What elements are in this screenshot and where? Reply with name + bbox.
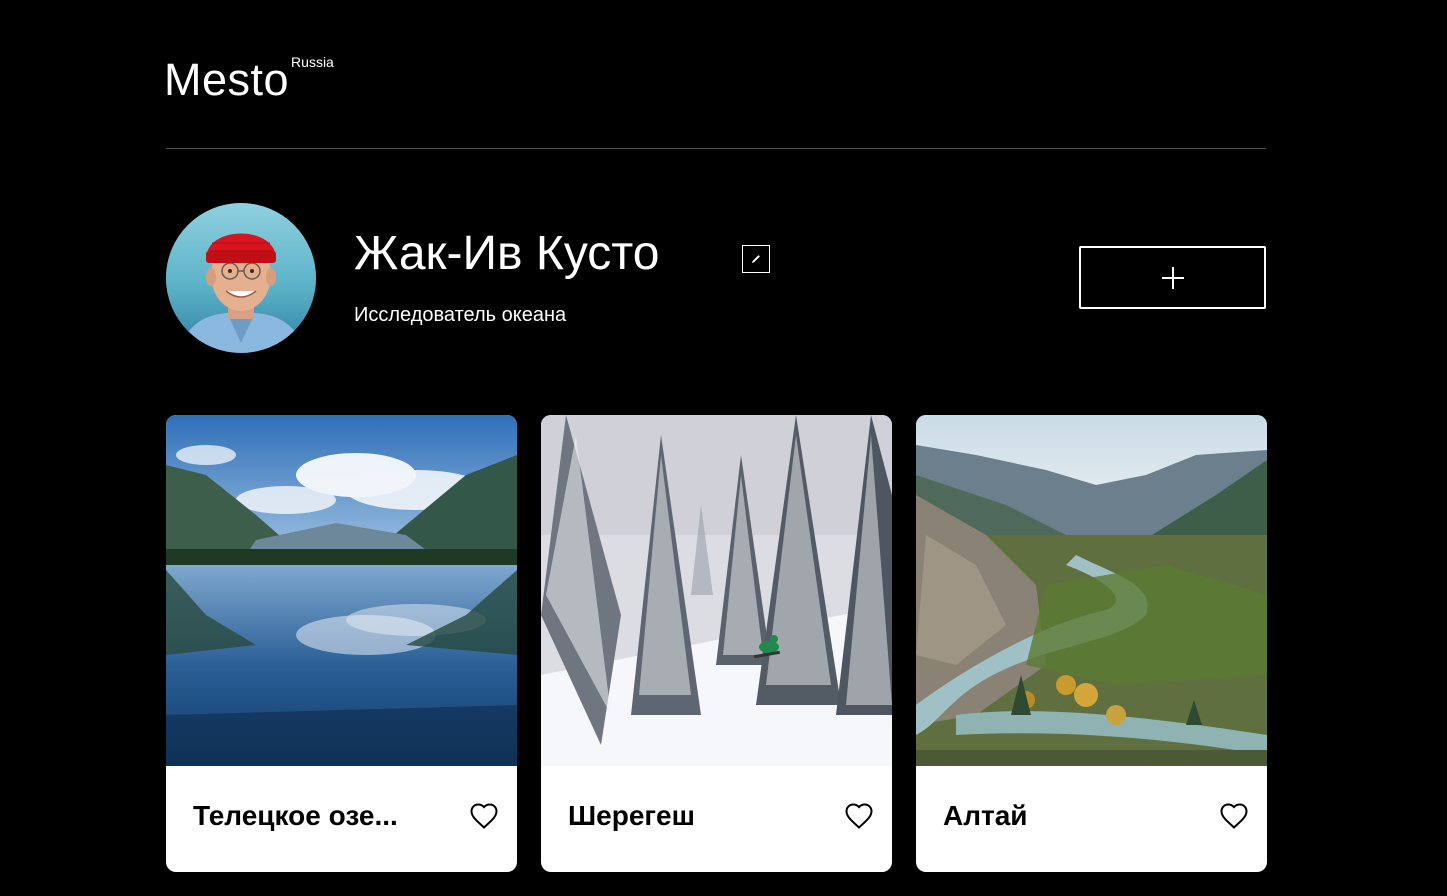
heart-outline-icon: [470, 803, 498, 829]
logo-country: Russia: [291, 54, 334, 70]
logo-text: Mesto: [164, 54, 290, 105]
card-title: Шерегеш: [568, 800, 695, 831]
logo[interactable]: Mesto Russia: [164, 52, 334, 108]
like-button[interactable]: [469, 802, 499, 830]
avatar-image: [166, 203, 316, 353]
heart-outline-icon: [1220, 803, 1248, 829]
card: Телецкое озе...: [166, 415, 517, 872]
cards-grid: Телецкое озе... Шерегеш Алтай: [166, 415, 1267, 872]
page: Mesto Russia Жак-Ив Кусто Исследователь …: [164, 0, 1267, 872]
profile-about: Исследователь океана: [354, 304, 567, 326]
card-photo-snow[interactable]: [541, 415, 892, 766]
card-footer: Телецкое озе...: [166, 766, 517, 872]
card-photo-valley[interactable]: [916, 415, 1267, 766]
header: Mesto Russia: [164, 0, 1266, 149]
card-title: Алтай: [943, 800, 1028, 831]
card-footer: Алтай: [916, 766, 1267, 872]
card-footer: Шерегеш: [541, 766, 892, 872]
profile: Жак-Ив Кусто Исследователь океана: [166, 149, 1266, 415]
like-button[interactable]: [1219, 802, 1249, 830]
card: Алтай: [916, 415, 1267, 872]
card-title: Телецкое озе...: [193, 800, 398, 831]
avatar[interactable]: [166, 203, 316, 353]
plus-icon: [1161, 266, 1184, 289]
card: Шерегеш: [541, 415, 892, 872]
like-button[interactable]: [844, 802, 874, 830]
profile-name: Жак-Ив Кусто: [354, 227, 660, 280]
card-photo-lake[interactable]: [166, 415, 517, 766]
add-card-button[interactable]: [1079, 246, 1266, 309]
edit-profile-button[interactable]: [742, 245, 770, 273]
heart-outline-icon: [845, 803, 873, 829]
pencil-icon: [752, 255, 760, 263]
